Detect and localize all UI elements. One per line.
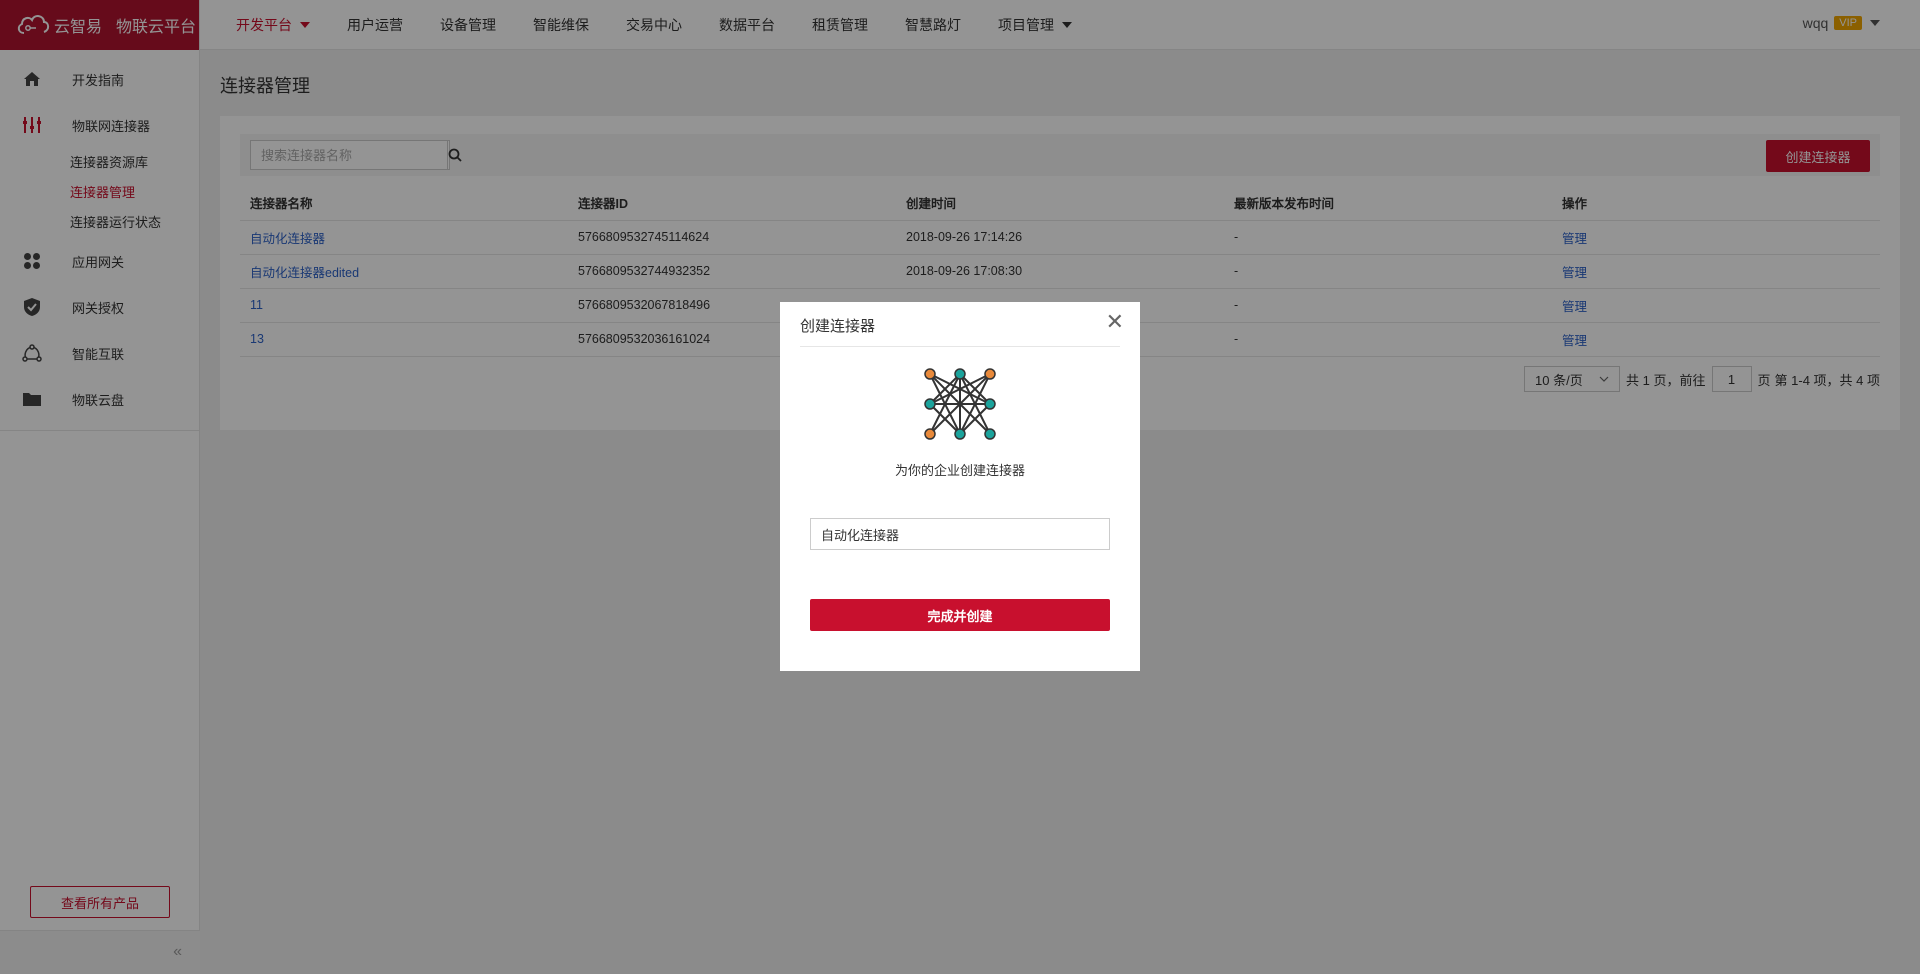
close-icon[interactable]: ✕: [1106, 311, 1124, 333]
dialog-divider: [800, 346, 1120, 347]
connector-name-input[interactable]: [810, 518, 1110, 550]
network-graph-icon: [924, 368, 996, 440]
dialog-title: 创建连接器: [800, 318, 876, 335]
finish-and-create-button[interactable]: 完成并创建: [810, 599, 1110, 631]
dialog-description: 为你的企业创建连接器: [894, 463, 1025, 478]
create-connector-dialog: 创建连接器 ✕ 为你的企业创建连接器 自动化连接器 完成并创建: [780, 302, 1140, 671]
